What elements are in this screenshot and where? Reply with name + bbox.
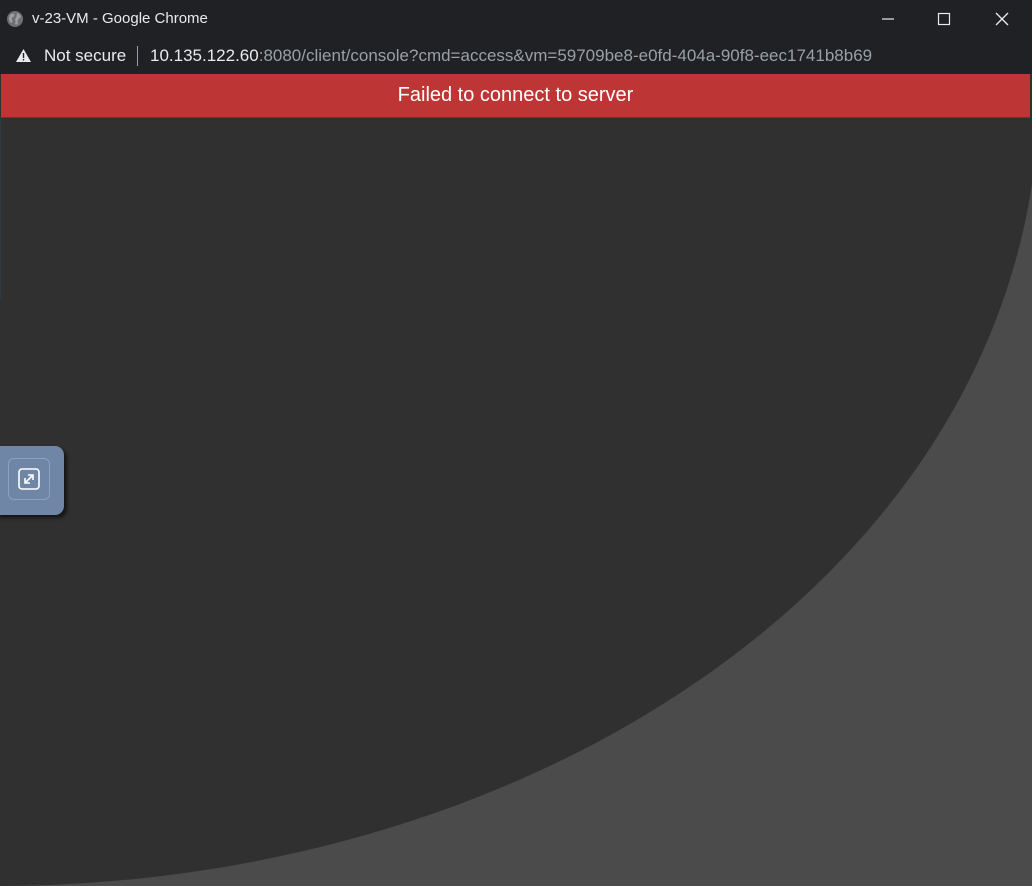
minimize-icon <box>882 18 894 20</box>
address-separator <box>137 46 138 66</box>
console-background <box>0 74 1032 886</box>
address-bar[interactable]: Not secure 10.135.122.60:8080/client/con… <box>0 38 1032 74</box>
url-field[interactable]: 10.135.122.60:8080/client/console?cmd=ac… <box>150 46 872 66</box>
url-host: 10.135.122.60 <box>150 46 259 65</box>
fullscreen-button[interactable] <box>8 458 50 500</box>
maximize-button[interactable] <box>916 0 972 38</box>
console-side-panel <box>0 446 64 515</box>
window-title: v-23-VM - Google Chrome <box>32 10 208 27</box>
error-banner: Failed to connect to server <box>1 74 1030 118</box>
title-bar: v-23-VM - Google Chrome <box>0 0 1032 38</box>
security-status[interactable]: Not secure <box>44 46 126 66</box>
warning-icon[interactable] <box>15 48 32 63</box>
console-viewport[interactable]: Failed to connect to server <box>0 74 1032 886</box>
minimize-button[interactable] <box>860 0 916 38</box>
expand-icon <box>18 468 40 490</box>
browser-window: v-23-VM - Google Chrome Not secure 10.13 <box>0 0 1032 886</box>
close-icon <box>995 12 1009 26</box>
maximize-icon <box>937 12 951 26</box>
globe-icon <box>7 11 23 27</box>
url-path: :8080/client/console?cmd=access&vm=59709… <box>258 46 873 65</box>
close-button[interactable] <box>974 0 1030 38</box>
